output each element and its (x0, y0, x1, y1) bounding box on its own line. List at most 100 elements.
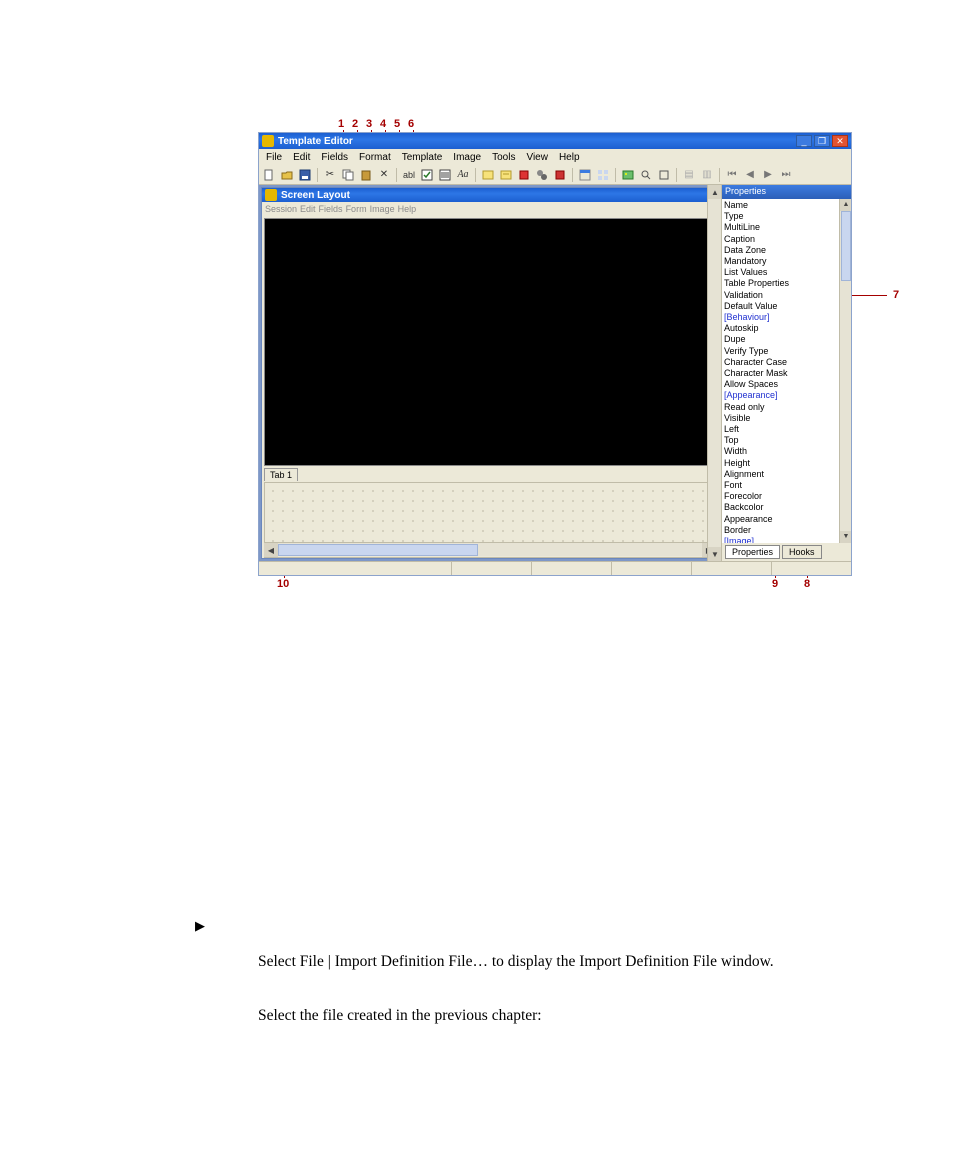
hscroll-thumb[interactable] (278, 544, 478, 556)
property-row[interactable]: Character Mask (724, 368, 849, 379)
property-row[interactable]: Table Properties (724, 278, 849, 289)
property-row[interactable]: Type (724, 211, 849, 222)
property-row[interactable]: Height (724, 458, 849, 469)
menu-view[interactable]: View (522, 151, 552, 164)
inner-hscroll[interactable]: ◀ ▶ (264, 542, 716, 556)
outer-toolbar: ✂ ✕ abl Aa ▤ ▥ ⏮ ◀ ▶ ⏭ (259, 165, 851, 185)
toolbar-align1-icon[interactable]: ▤ (681, 167, 697, 183)
tab-1[interactable]: Tab 1 (264, 468, 298, 481)
propscroll-up-icon[interactable]: ▲ (840, 199, 851, 211)
property-row[interactable]: Mandatory (724, 256, 849, 267)
menu-fields[interactable]: Fields (317, 151, 352, 164)
toolbar-prev-icon[interactable]: ◀ (742, 167, 758, 183)
property-row[interactable]: Visible (724, 413, 849, 424)
property-row[interactable]: Width (724, 446, 849, 457)
toolbar-fit-icon[interactable] (656, 167, 672, 183)
property-row[interactable]: Dupe (724, 334, 849, 345)
mdi-vscroll[interactable]: ▲ ▼ (707, 185, 721, 561)
inner-title: Screen Layout (281, 190, 713, 201)
property-row[interactable]: List Values (724, 267, 849, 278)
toolbar-delete-icon[interactable]: ✕ (376, 167, 392, 183)
property-row[interactable]: Read only (724, 402, 849, 413)
property-row[interactable]: Default Value (724, 301, 849, 312)
property-row[interactable]: Top (724, 435, 849, 446)
property-row[interactable]: Backcolor (724, 502, 849, 513)
toolbar-last-icon[interactable]: ⏭ (778, 167, 794, 183)
vscroll-up-icon[interactable]: ▲ (708, 185, 722, 199)
property-row[interactable]: Alignment (724, 469, 849, 480)
menu-format[interactable]: Format (355, 151, 395, 164)
toolbar-yellow1-icon[interactable] (480, 167, 496, 183)
menu-image[interactable]: Image (449, 151, 485, 164)
property-row[interactable]: MultiLine (724, 222, 849, 233)
minimize-button[interactable]: _ (796, 135, 812, 147)
toolbar-textfield-icon[interactable]: abl (401, 167, 417, 183)
toolbar-save-icon[interactable] (297, 167, 313, 183)
inner-menubar: Session Edit Fields Form Image Help (262, 202, 716, 216)
toolbar-checkbox-icon[interactable] (419, 167, 435, 183)
property-row[interactable]: Forecolor (724, 491, 849, 502)
callout-1: 1 (338, 118, 344, 130)
panel-tab-properties[interactable]: Properties (725, 545, 780, 559)
toolbar-yellow2-icon[interactable] (498, 167, 514, 183)
menu-file[interactable]: File (262, 151, 286, 164)
property-row[interactable]: Appearance (724, 514, 849, 525)
inner-icon (265, 189, 277, 201)
close-button[interactable]: ✕ (832, 135, 848, 147)
property-row[interactable]: [Behaviour] (724, 312, 849, 323)
callout-8: 8 (804, 578, 810, 590)
toolbar-cut-icon[interactable]: ✂ (322, 167, 338, 183)
properties-vscroll[interactable]: ▲ ▼ (839, 199, 851, 543)
toolbar-red2-icon[interactable] (552, 167, 568, 183)
callout-2: 2 (352, 118, 358, 130)
toolbar-image-icon[interactable] (620, 167, 636, 183)
callout-4: 4 (380, 118, 386, 130)
toolbar-open-icon[interactable] (279, 167, 295, 183)
toolbar-red1-icon[interactable] (516, 167, 532, 183)
toolbar-copy-icon[interactable] (340, 167, 356, 183)
menu-tools[interactable]: Tools (488, 151, 519, 164)
properties-list[interactable]: NameTypeMultiLineCaptionData ZoneMandato… (722, 199, 851, 543)
callout-7: 7 (893, 289, 899, 301)
hscroll-left-icon[interactable]: ◀ (264, 543, 278, 557)
property-row[interactable]: Data Zone (724, 245, 849, 256)
property-row[interactable]: Character Case (724, 357, 849, 368)
property-row[interactable]: Allow Spaces (724, 379, 849, 390)
property-row[interactable]: Caption (724, 234, 849, 245)
toolbar-paste-icon[interactable] (358, 167, 374, 183)
property-row[interactable]: [Appearance] (724, 390, 849, 401)
property-row[interactable]: Left (724, 424, 849, 435)
property-row[interactable]: Autoskip (724, 323, 849, 334)
propscroll-thumb[interactable] (841, 211, 851, 281)
property-row[interactable]: Name (724, 200, 849, 211)
toolbar-new-icon[interactable] (261, 167, 277, 183)
inner-menu-help[interactable]: Help (398, 204, 417, 214)
toolbar-zones-icon[interactable] (595, 167, 611, 183)
toolbar-align2-icon[interactable]: ▥ (699, 167, 715, 183)
menu-edit[interactable]: Edit (289, 151, 314, 164)
property-row[interactable]: [Image] (724, 536, 849, 543)
toolbar-prop-icon[interactable] (577, 167, 593, 183)
inner-menu-edit[interactable]: Edit (300, 204, 316, 214)
panel-tab-hooks[interactable]: Hooks (782, 545, 822, 559)
property-row[interactable]: Verify Type (724, 346, 849, 357)
toolbar-first-icon[interactable]: ⏮ (724, 167, 740, 183)
toolbar-listbox-icon[interactable] (437, 167, 453, 183)
restore-button[interactable]: ❐ (814, 135, 830, 147)
toolbar-zoom-icon[interactable] (638, 167, 654, 183)
toolbar-next-icon[interactable]: ▶ (760, 167, 776, 183)
inner-menu-form[interactable]: Form (346, 204, 367, 214)
propscroll-down-icon[interactable]: ▼ (840, 531, 851, 543)
inner-menu-fields[interactable]: Fields (319, 204, 343, 214)
toolbar-gears-icon[interactable] (534, 167, 550, 183)
menu-template[interactable]: Template (398, 151, 447, 164)
design-canvas[interactable] (264, 218, 714, 466)
menu-help[interactable]: Help (555, 151, 584, 164)
vscroll-down-icon[interactable]: ▼ (708, 547, 722, 561)
toolbar-font-icon[interactable]: Aa (455, 167, 471, 183)
property-row[interactable]: Border (724, 525, 849, 536)
inner-menu-session[interactable]: Session (265, 204, 297, 214)
property-row[interactable]: Font (724, 480, 849, 491)
inner-menu-image[interactable]: Image (370, 204, 395, 214)
property-row[interactable]: Validation (724, 290, 849, 301)
